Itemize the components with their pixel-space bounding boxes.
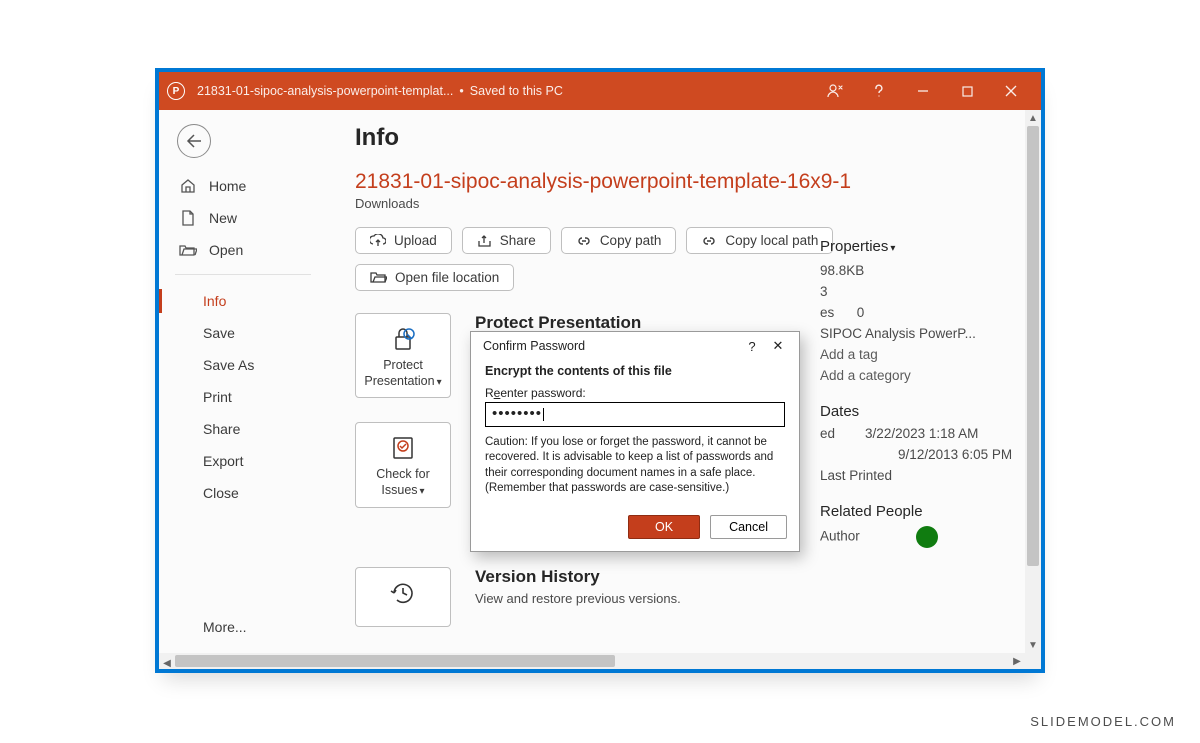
copy-path-button[interactable]: Copy path	[561, 227, 677, 254]
add-category[interactable]: Add a category	[820, 368, 1025, 383]
related-people-heading: Related People	[820, 503, 1025, 520]
document-title: 21831-01-sipoc-analysis-powerpoint-templ…	[197, 84, 453, 98]
horizontal-scrollbar[interactable]: ◀ ▶	[159, 653, 1025, 669]
nav-label: Open	[209, 242, 243, 258]
prop-title: SIPOC Analysis PowerP...	[820, 326, 1025, 341]
nav-label: Home	[209, 178, 246, 194]
confirm-password-dialog: Confirm Password ? ✕ Encrypt the content…	[470, 331, 800, 552]
watermark: SLIDEMODEL.COM	[1030, 714, 1176, 729]
nav-save-as[interactable]: Save As	[159, 349, 327, 381]
dialog-titlebar: Confirm Password ? ✕	[471, 332, 799, 360]
open-icon	[179, 243, 197, 257]
nav-new[interactable]: New	[159, 202, 327, 234]
dialog-footer: OK Cancel	[471, 507, 799, 551]
version-history-section: Version History View and restore previou…	[355, 567, 1001, 627]
title-separator: •	[459, 84, 463, 98]
nav-open[interactable]: Open	[159, 234, 327, 266]
prop-created: Created 9/12/2013 6:05 PM	[820, 447, 1025, 462]
nav-print[interactable]: Print	[159, 381, 327, 413]
nav-close[interactable]: Close	[159, 477, 327, 509]
dialog-heading: Encrypt the contents of this file	[485, 364, 785, 378]
nav-share[interactable]: Share	[159, 413, 327, 445]
prop-slides: 3	[820, 284, 1025, 299]
save-status: Saved to this PC	[470, 84, 563, 98]
nav-label: Export	[203, 453, 243, 469]
home-icon	[179, 178, 197, 194]
check-icon	[390, 433, 416, 463]
horizontal-scroll-thumb[interactable]	[175, 655, 615, 667]
history-icon	[389, 578, 417, 608]
nav-label: Print	[203, 389, 232, 405]
powerpoint-icon: P	[167, 82, 185, 100]
check-issues-button[interactable]: Check for Issues▾	[355, 422, 451, 507]
dates-heading: Dates	[820, 403, 1025, 420]
dialog-help-button[interactable]: ?	[739, 339, 765, 354]
button-label: Upload	[394, 233, 437, 248]
ok-button[interactable]: OK	[628, 515, 700, 539]
nav-label: Share	[203, 421, 240, 437]
nav-home[interactable]: Home	[159, 170, 327, 202]
nav-label: More...	[203, 619, 247, 635]
new-icon	[179, 210, 197, 226]
button-label: Copy local path	[725, 233, 818, 248]
page-title: Info	[355, 124, 1001, 152]
properties-panel: Properties▾ 98.8KB 3 es 0 SIPOC Analysis…	[820, 238, 1025, 554]
open-file-location-button[interactable]: Open file location	[355, 264, 514, 291]
prop-author: Author	[820, 526, 1025, 548]
properties-heading[interactable]: Properties▾	[820, 238, 1025, 255]
file-name: 21831-01-sipoc-analysis-powerpoint-templ…	[355, 170, 1001, 194]
nav-info[interactable]: Info	[159, 285, 327, 317]
vertical-scrollbar[interactable]: ▲ ▼	[1025, 110, 1041, 653]
scroll-left-arrow-icon[interactable]: ◀	[159, 656, 175, 672]
nav-divider	[175, 274, 311, 275]
reenter-password-input[interactable]: ••••••••	[485, 402, 785, 427]
nav-label: Close	[203, 485, 239, 501]
help-icon[interactable]	[857, 72, 901, 110]
back-button[interactable]	[177, 124, 211, 158]
nav-label: New	[209, 210, 237, 226]
button-label: Open file location	[395, 270, 499, 285]
button-label: Copy path	[600, 233, 662, 248]
dialog-caution-text: Caution: If you lose or forget the passw…	[485, 435, 785, 497]
share-button[interactable]: Share	[462, 227, 551, 254]
reenter-password-label: Reenter password:	[485, 386, 785, 400]
nav-label: Save As	[203, 357, 254, 373]
add-tag[interactable]: Add a tag	[820, 347, 1025, 362]
maximize-button[interactable]	[945, 72, 989, 110]
minimize-button[interactable]	[901, 72, 945, 110]
prop-size: 98.8KB	[820, 263, 1025, 278]
nav-more[interactable]: More...	[159, 611, 327, 643]
dialog-close-button[interactable]: ✕	[765, 338, 791, 354]
nav-label: Save	[203, 325, 235, 341]
vertical-scroll-thumb[interactable]	[1027, 126, 1039, 566]
prop-hidden: es 0	[820, 305, 1025, 320]
version-sub: View and restore previous versions.	[475, 591, 681, 606]
titlebar: P 21831-01-sipoc-analysis-powerpoint-tem…	[159, 72, 1041, 110]
copy-local-path-button[interactable]: Copy local path	[686, 227, 833, 254]
version-history-button[interactable]	[355, 567, 451, 627]
nav-export[interactable]: Export	[159, 445, 327, 477]
prop-last-printed: Last Printed	[820, 468, 1025, 483]
close-window-button[interactable]	[989, 72, 1033, 110]
scroll-right-arrow-icon[interactable]: ▶	[1009, 653, 1025, 669]
file-location: Downloads	[355, 196, 1001, 211]
protect-presentation-button[interactable]: Protect Presentation▾	[355, 313, 451, 398]
dialog-title: Confirm Password	[483, 339, 585, 353]
author-avatar	[916, 526, 938, 548]
cancel-button[interactable]: Cancel	[710, 515, 787, 539]
button-label: Share	[500, 233, 536, 248]
nav-save[interactable]: Save	[159, 317, 327, 349]
backstage-nav: Home New Open Info Save Save As Print Sh…	[159, 110, 327, 653]
upload-button[interactable]: Upload	[355, 227, 452, 254]
scroll-down-arrow-icon[interactable]: ▼	[1025, 637, 1041, 653]
nav-label: Info	[203, 293, 226, 309]
protect-heading: Protect Presentation	[475, 313, 641, 333]
version-heading: Version History	[475, 567, 681, 587]
account-icon[interactable]	[813, 72, 857, 110]
scroll-up-arrow-icon[interactable]: ▲	[1025, 110, 1041, 126]
text-caret	[543, 408, 544, 421]
prop-modified: ed 3/22/2023 1:18 AM	[820, 426, 1025, 441]
lock-icon	[389, 324, 417, 354]
scroll-corner	[1025, 653, 1041, 669]
